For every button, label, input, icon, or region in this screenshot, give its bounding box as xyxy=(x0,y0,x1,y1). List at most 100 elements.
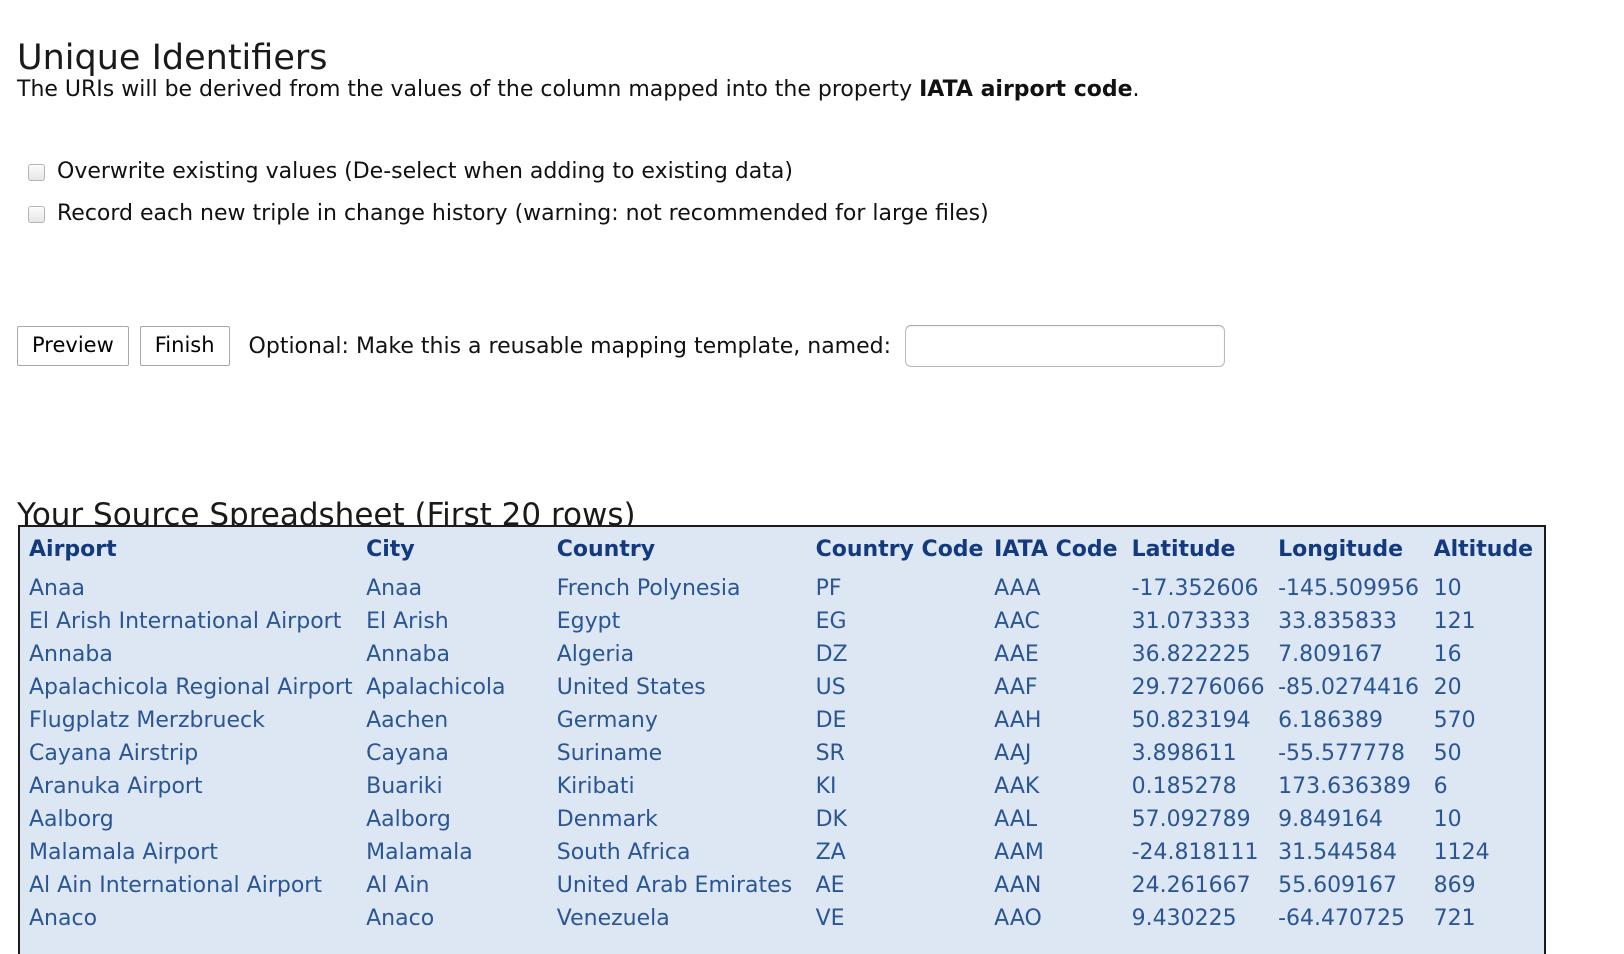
table-cell: 57.092789 xyxy=(1132,803,1278,836)
table-cell: DK xyxy=(816,803,995,836)
table-cell: AAN xyxy=(994,869,1131,902)
table-cell: SR xyxy=(816,737,995,770)
table-head: Airport City Country Country Code IATA C… xyxy=(20,527,1544,572)
template-name-label: Optional: Make this a reusable mapping t… xyxy=(249,334,892,359)
table-cell: 7.809167 xyxy=(1278,638,1434,671)
table-cell: AAO xyxy=(994,902,1131,935)
overwrite-existing-values-row[interactable]: Overwrite existing values (De-select whe… xyxy=(28,158,793,186)
preview-button[interactable]: Preview xyxy=(17,326,129,366)
table-cell: AAK xyxy=(994,770,1131,803)
table-cell: -55.577778 xyxy=(1278,737,1434,770)
record-change-history-checkbox[interactable] xyxy=(28,206,45,223)
table-cell: -85.0274416 xyxy=(1278,671,1434,704)
table-row: Cayana AirstripCayanaSurinameSRAAJ3.8986… xyxy=(20,737,1544,770)
column-header-country: Country xyxy=(557,527,816,572)
table-cell: 50.823194 xyxy=(1132,704,1278,737)
table-cell: 0.185278 xyxy=(1132,770,1278,803)
table-cell: Suriname xyxy=(557,737,816,770)
table-cell: 31.544584 xyxy=(1278,836,1434,869)
table-cell: 10 xyxy=(1434,572,1544,605)
table-cell: AAE xyxy=(994,638,1131,671)
table-cell: 721 xyxy=(1434,902,1544,935)
table-row: AnnabaAnnabaAlgeriaDZAAE36.8222257.80916… xyxy=(20,638,1544,671)
table-row: Flugplatz MerzbrueckAachenGermanyDEAAH50… xyxy=(20,704,1544,737)
table-cell: Anaco xyxy=(366,902,557,935)
table-cell: Cayana Airstrip xyxy=(20,737,366,770)
overwrite-existing-values-checkbox[interactable] xyxy=(28,164,45,181)
table-cell: VE xyxy=(816,902,995,935)
table-cell: Egypt xyxy=(557,605,816,638)
table-cell: Denmark xyxy=(557,803,816,836)
record-change-history-row[interactable]: Record each new triple in change history… xyxy=(28,200,989,228)
table-cell: Annaba xyxy=(20,638,366,671)
table-cell: 6 xyxy=(1434,770,1544,803)
intro-suffix: . xyxy=(1133,77,1140,102)
table-cell: United Arab Emirates xyxy=(557,869,816,902)
table-cell: -145.509956 xyxy=(1278,572,1434,605)
table-cell: 20 xyxy=(1434,671,1544,704)
table-cell: 869 xyxy=(1434,869,1544,902)
overwrite-existing-values-label: Overwrite existing values (De-select whe… xyxy=(57,158,793,186)
table-cell: ZA xyxy=(816,836,995,869)
table-cell: 173.636389 xyxy=(1278,770,1434,803)
table-cell: 1124 xyxy=(1434,836,1544,869)
table-cell: 3.898611 xyxy=(1132,737,1278,770)
table-cell: 9.849164 xyxy=(1278,803,1434,836)
table-cell: KI xyxy=(816,770,995,803)
table-cell: South Africa xyxy=(557,836,816,869)
table-cell: Malamala Airport xyxy=(20,836,366,869)
record-change-history-label: Record each new triple in change history… xyxy=(57,200,989,228)
table-cell: 24.261667 xyxy=(1132,869,1278,902)
table-cell: -17.352606 xyxy=(1132,572,1278,605)
table-row: Malamala AirportMalamalaSouth AfricaZAAA… xyxy=(20,836,1544,869)
table-cell: Annaba xyxy=(366,638,557,671)
table-header-row: Airport City Country Country Code IATA C… xyxy=(20,527,1544,572)
table-row: Al Ain International AirportAl AinUnited… xyxy=(20,869,1544,902)
table-cell: Cayana xyxy=(366,737,557,770)
intro-property-name: IATA airport code xyxy=(919,77,1132,102)
table-cell: United States xyxy=(557,671,816,704)
table-cell: Flugplatz Merzbrueck xyxy=(20,704,366,737)
unique-identifiers-page: Unique Identifiers The URIs will be deri… xyxy=(0,0,1624,954)
table-cell: 9.430225 xyxy=(1132,902,1278,935)
action-toolbar: Preview Finish Optional: Make this a reu… xyxy=(17,325,1225,367)
intro-prefix: The URIs will be derived from the values… xyxy=(17,77,919,102)
column-header-iata-code: IATA Code xyxy=(994,527,1131,572)
table-cell: PF xyxy=(816,572,995,605)
table-cell: Aalborg xyxy=(20,803,366,836)
column-header-country-code: Country Code xyxy=(816,527,995,572)
table-cell: Aranuka Airport xyxy=(20,770,366,803)
table-cell: DE xyxy=(816,704,995,737)
table-row: AnaaAnaaFrench PolynesiaPFAAA-17.352606-… xyxy=(20,572,1544,605)
table-cell: Anaco xyxy=(20,902,366,935)
table-cell: El Arish xyxy=(366,605,557,638)
table-row: Apalachicola Regional AirportApalachicol… xyxy=(20,671,1544,704)
table-cell: 16 xyxy=(1434,638,1544,671)
table-cell: 50 xyxy=(1434,737,1544,770)
table-cell: Germany xyxy=(557,704,816,737)
table-cell: 55.609167 xyxy=(1278,869,1434,902)
table-cell: AAL xyxy=(994,803,1131,836)
table-cell: EG xyxy=(816,605,995,638)
table-cell: AAA xyxy=(994,572,1131,605)
table-cell: 36.822225 xyxy=(1132,638,1278,671)
page-title: Unique Identifiers xyxy=(17,37,328,79)
intro-text: The URIs will be derived from the values… xyxy=(17,75,1140,105)
column-header-altitude: Altitude xyxy=(1434,527,1544,572)
table-cell: 570 xyxy=(1434,704,1544,737)
finish-button[interactable]: Finish xyxy=(140,326,230,366)
table-cell: Venezuela xyxy=(557,902,816,935)
table-cell: -64.470725 xyxy=(1278,902,1434,935)
table-cell: 29.7276066 xyxy=(1132,671,1278,704)
table-cell: AAM xyxy=(994,836,1131,869)
table-cell: French Polynesia xyxy=(557,572,816,605)
table-cell: -24.818111 xyxy=(1132,836,1278,869)
table-cell: US xyxy=(816,671,995,704)
template-name-input[interactable] xyxy=(905,325,1225,367)
table-row: AnacoAnacoVenezuelaVEAAO9.430225-64.4707… xyxy=(20,902,1544,935)
table-row: AalborgAalborgDenmarkDKAAL57.0927899.849… xyxy=(20,803,1544,836)
table-cell: DZ xyxy=(816,638,995,671)
table-cell: 10 xyxy=(1434,803,1544,836)
table-row: Aranuka AirportBuarikiKiribatiKIAAK0.185… xyxy=(20,770,1544,803)
table-cell: Algeria xyxy=(557,638,816,671)
